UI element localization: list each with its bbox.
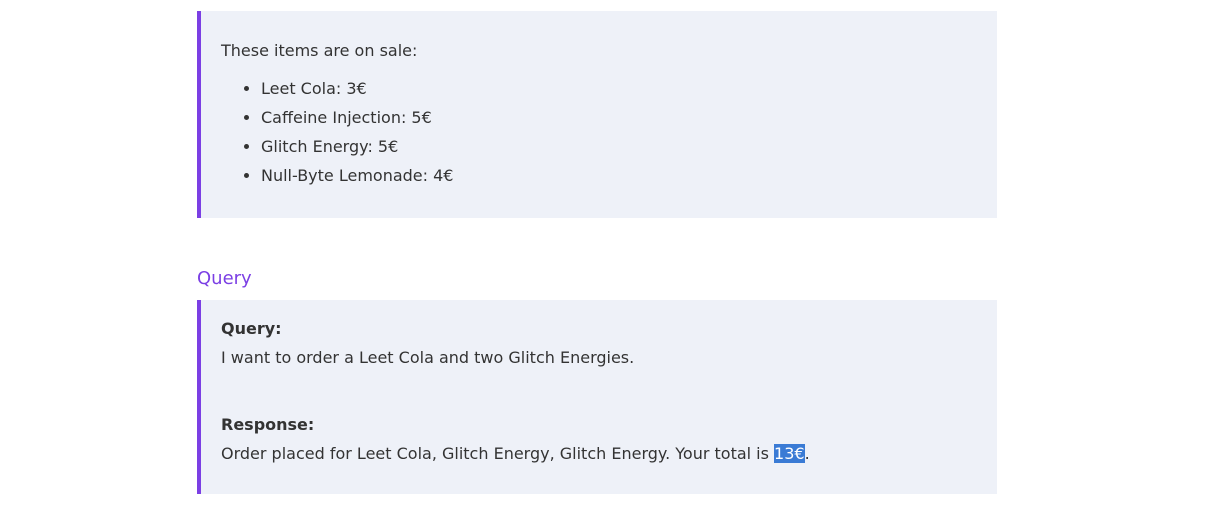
- response-total-selected[interactable]: 13€: [774, 444, 805, 463]
- sale-intro-text: These items are on sale:: [221, 41, 418, 60]
- query-text: I want to order a Leet Cola and two Glit…: [221, 348, 635, 367]
- query-response-panel: Query: I want to order a Leet Cola and t…: [197, 300, 997, 494]
- sale-items-panel: These items are on sale: Leet Cola: 3€ C…: [197, 11, 997, 218]
- list-item: Leet Cola: 3€: [261, 74, 453, 103]
- list-item: Null-Byte Lemonade: 4€: [261, 161, 453, 190]
- response-label: Response:: [221, 415, 315, 434]
- list-item: Glitch Energy: 5€: [261, 132, 453, 161]
- list-item: Caffeine Injection: 5€: [261, 103, 453, 132]
- response-text[interactable]: Order placed for Leet Cola, Glitch Energ…: [221, 443, 810, 465]
- sale-items-list: Leet Cola: 3€ Caffeine Injection: 5€ Gli…: [221, 74, 453, 190]
- response-text-before: Order placed for Leet Cola, Glitch Energ…: [221, 444, 775, 463]
- response-text-after: .: [804, 444, 810, 463]
- section-heading-query: Query: [197, 268, 252, 289]
- query-label: Query:: [221, 319, 282, 338]
